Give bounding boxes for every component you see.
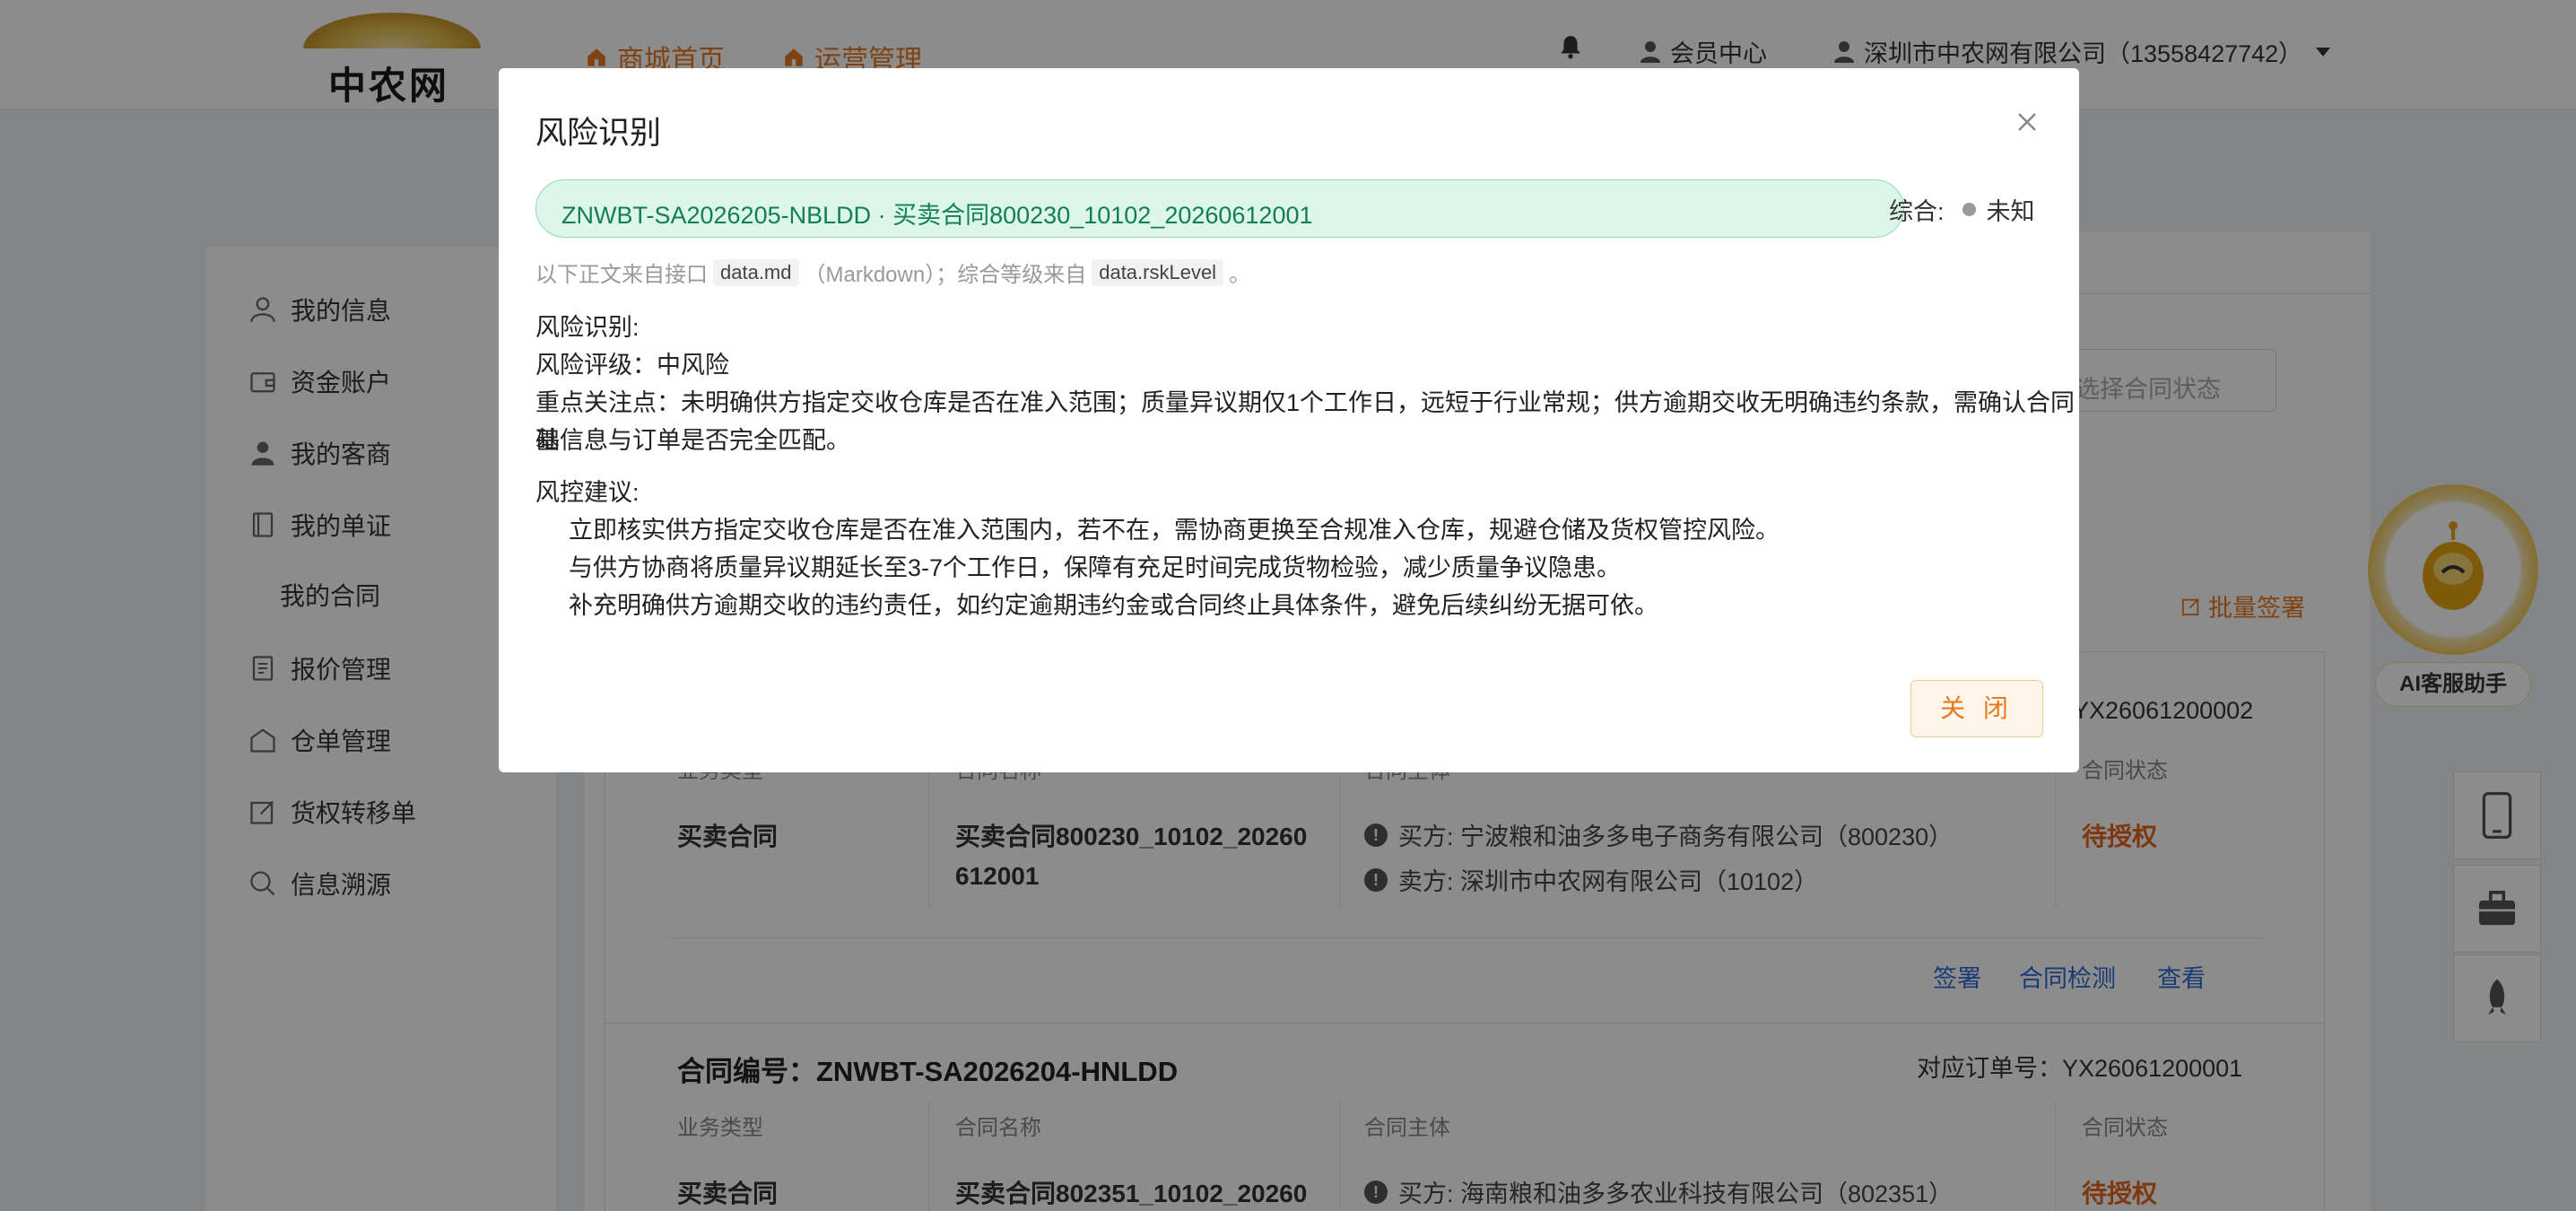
level-field-tag: data.rskLevel — [1092, 258, 1224, 286]
overall-value: 未知 — [1986, 198, 2035, 225]
focus-points-line-cont: 础信息与订单是否完全匹配。 — [535, 427, 850, 454]
advice-item: 补充明确供方逾期交收的违约责任，如约定逾期违约金或合同终止具体条件，避免后续纠纷… — [569, 592, 1658, 619]
source-suffix: 。 — [1229, 263, 1251, 287]
source-mid: （Markdown）；综合等级来自 — [804, 263, 1087, 287]
close-icon[interactable] — [2011, 106, 2043, 138]
contract-identifier-pill: ZNWBT-SA2026205-NBLDD · 买卖合同800230_10102… — [535, 179, 1904, 238]
risk-identification-dialog: 风险识别 ZNWBT-SA2026205-NBLDD · 买卖合同800230_… — [499, 68, 2079, 772]
section-title-advice: 风控建议: — [535, 479, 640, 506]
source-prefix: 以下正文来自接口 — [535, 263, 708, 287]
advice-item: 立即核实供方指定交收仓库是否在准入范围内，若不在，需协商更换至合规准入仓库，规避… — [569, 517, 1780, 544]
risk-level-line: 风险评级：中风险 — [535, 352, 729, 379]
section-title-risk: 风险识别: — [535, 314, 640, 341]
overall-risk-level: 综合: 未知 — [1889, 192, 2035, 227]
dialog-title: 风险识别 — [535, 116, 662, 151]
status-dot-icon — [1962, 203, 1976, 216]
source-field-tag: data.md — [713, 258, 799, 286]
close-button[interactable]: 关 闭 — [1910, 680, 2043, 737]
data-source-note: 以下正文来自接口 data.md （Markdown）；综合等级来自 data.… — [535, 257, 1250, 288]
advice-item: 与供方协商将质量异议期延长至3-7个工作日，保障有充足时间完成货物检验，减少质量… — [569, 554, 1622, 581]
overall-label: 综合: — [1889, 198, 1945, 225]
